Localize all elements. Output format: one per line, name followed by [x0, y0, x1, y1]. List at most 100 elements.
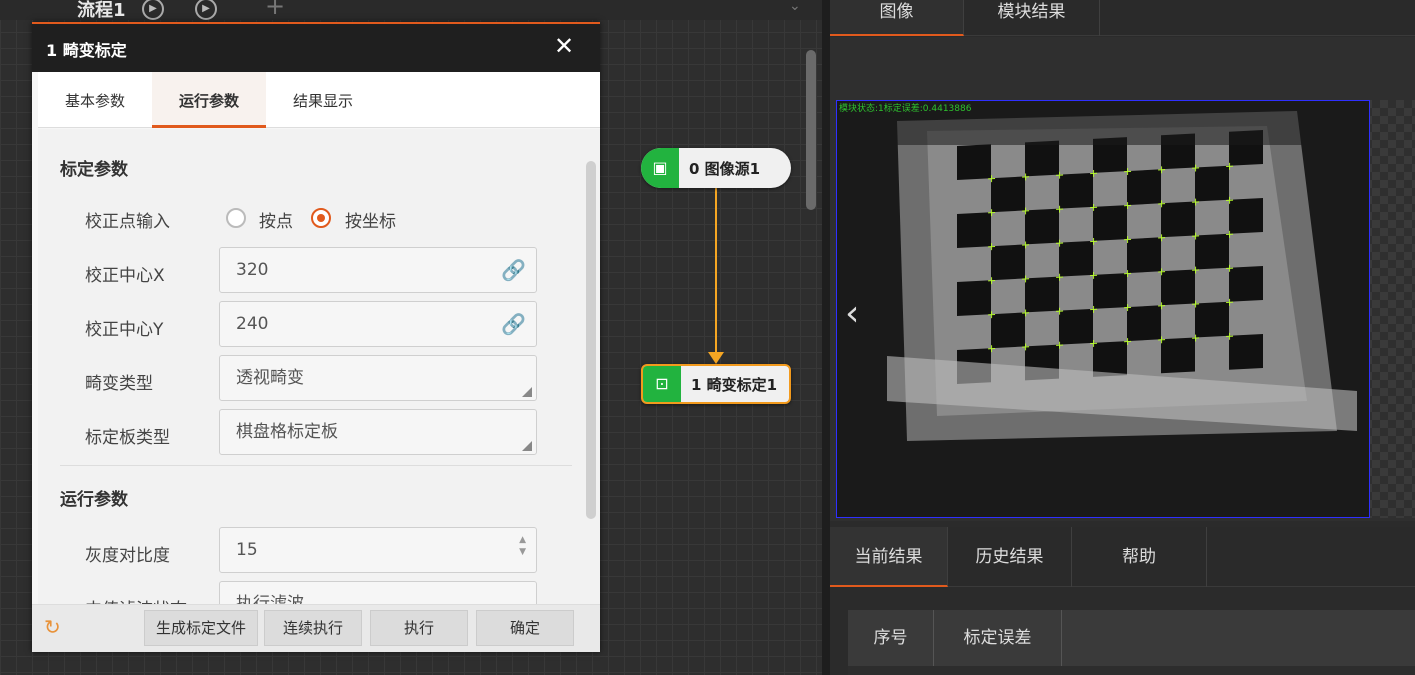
corner-marker: + [1055, 270, 1064, 283]
corner-marker: + [987, 206, 996, 219]
corner-marker: + [1021, 238, 1030, 251]
distort-type-select[interactable]: 透视畸变 [219, 355, 537, 401]
corner-marker: + [1123, 199, 1132, 212]
corner-marker: + [1157, 299, 1166, 312]
dialog-scrollbar[interactable] [586, 161, 596, 519]
add-flow-icon[interactable]: + [265, 0, 285, 20]
execute-button[interactable]: 执行 [370, 610, 468, 646]
board-type-label: 标定板类型 [85, 428, 170, 448]
checkerboard-photo: + + + + + + + + + + + + + + + + + + + + + + + + + + + + + + + + + + + + + + + +… [837, 101, 1369, 517]
corner-marker: + [1089, 167, 1098, 180]
run-continuous-icon[interactable]: ▶ [195, 0, 217, 20]
node-label: 0 图像源1 [689, 160, 761, 178]
connector-arrow [708, 352, 724, 364]
corner-marker: + [1089, 303, 1098, 316]
center-x-input[interactable]: 320 🔗 [219, 247, 537, 293]
corner-marker: + [1055, 304, 1064, 317]
corner-marker: + [1191, 297, 1200, 310]
chevron-left-icon[interactable]: ‹ [845, 293, 859, 334]
corner-marker: + [1123, 165, 1132, 178]
corner-marker: + [1157, 231, 1166, 244]
node-connector [715, 188, 717, 354]
tab-run-params[interactable]: 运行参数 [152, 72, 266, 128]
confirm-button[interactable]: 确定 [476, 610, 574, 646]
corner-marker: + [1191, 263, 1200, 276]
reset-icon[interactable]: ↻ [44, 615, 61, 639]
corner-marker: + [1089, 337, 1098, 350]
dropdown-corner-icon [522, 441, 532, 451]
tab-help[interactable]: 帮助 [1072, 527, 1207, 587]
link-icon[interactable]: 🔗 [501, 248, 526, 292]
spinner-icon[interactable]: ▲ ▼ [519, 534, 526, 558]
result-tab-bar: 当前结果 历史结果 帮助 [830, 527, 1415, 587]
corner-marker: + [1123, 335, 1132, 348]
corner-marker: + [1021, 204, 1030, 217]
continuous-run-button[interactable]: 连续执行 [264, 610, 362, 646]
corner-marker: + [1191, 229, 1200, 242]
link-icon[interactable]: 🔗 [501, 302, 526, 346]
calib-dialog: 1 畸变标定 ✕ 基本参数 运行参数 结果显示 标定参数 校正点输入 按点 按坐… [32, 22, 600, 652]
col-header-calib-error[interactable]: 标定误差 [934, 610, 1062, 666]
corner-marker: + [987, 274, 996, 287]
section-run-params: 运行参数 [60, 490, 128, 510]
tab-image[interactable]: 图像 [830, 0, 964, 36]
app-root: 流程1 ▶ ▶ + ⌄ ▣ 0 图像源1 ⊡ 1 畸变标定1 1 畸变标定 ✕ … [0, 0, 1415, 675]
tab-current-result[interactable]: 当前结果 [830, 527, 948, 587]
corner-marker: + [1225, 261, 1234, 274]
gray-contrast-stepper[interactable]: 15 ▲ ▼ [219, 527, 537, 573]
center-y-input[interactable]: 240 🔗 [219, 301, 537, 347]
node-distortion-calib[interactable]: ⊡ 1 畸变标定1 [641, 364, 791, 404]
center-x-label: 校正中心X [85, 266, 165, 286]
corner-marker: + [1225, 329, 1234, 342]
center-y-value: 240 [236, 314, 269, 334]
corner-marker: + [1191, 161, 1200, 174]
chevron-down-icon[interactable]: ⌄ [789, 0, 801, 14]
dialog-body: 标定参数 校正点输入 按点 按坐标 校正中心X 320 🔗 校正中心Y 240 … [38, 129, 600, 604]
generate-file-button[interactable]: 生成标定文件 [144, 610, 258, 646]
board-square [957, 212, 991, 248]
panel-divider[interactable] [822, 0, 830, 675]
corner-marker: + [1225, 227, 1234, 240]
tab-history-result[interactable]: 历史结果 [948, 527, 1072, 587]
corner-marker: + [987, 240, 996, 253]
radio-by-coord[interactable] [311, 208, 331, 228]
corner-marker: + [1089, 269, 1098, 282]
corner-marker: + [1021, 272, 1030, 285]
table-body [848, 666, 1415, 675]
corr-input-label: 校正点输入 [85, 212, 170, 232]
section-calib-params: 标定参数 [60, 160, 128, 180]
corner-marker: + [1225, 295, 1234, 308]
radio-by-point-label: 按点 [259, 212, 293, 232]
calibration-icon: ⊡ [643, 366, 681, 402]
corner-marker: + [1021, 170, 1030, 183]
close-icon[interactable]: ✕ [554, 32, 574, 60]
dialog-title: 1 畸变标定 [46, 41, 127, 60]
corner-marker: + [1089, 201, 1098, 214]
tab-basic-params[interactable]: 基本参数 [38, 72, 152, 128]
tab-module-result[interactable]: 模块结果 [964, 0, 1100, 36]
corner-marker: + [1021, 340, 1030, 353]
board-type-select[interactable]: 棋盘格标定板 [219, 409, 537, 455]
corner-marker: + [1021, 306, 1030, 319]
corner-marker: + [987, 172, 996, 185]
corner-marker: + [1055, 168, 1064, 181]
radio-by-point[interactable] [226, 208, 246, 228]
canvas-scrollbar[interactable] [806, 50, 816, 210]
calibration-image[interactable]: + + + + + + + + + + + + + + + + + + + + + + + + + + + + + + + + + + + + + + + +… [836, 100, 1370, 518]
dialog-footer: ↻ 生成标定文件 连续执行 执行 确定 [32, 604, 600, 652]
dropdown-corner-icon [522, 387, 532, 397]
col-header-index[interactable]: 序号 [848, 610, 934, 666]
node-image-source[interactable]: ▣ 0 图像源1 [641, 148, 791, 188]
result-table: 序号 标定误差 [848, 610, 1415, 675]
flow-title[interactable]: 流程1 [77, 0, 126, 22]
image-icon: ▣ [641, 148, 679, 188]
run-once-icon[interactable]: ▶ [142, 0, 164, 20]
radio-by-coord-label: 按坐标 [345, 212, 396, 232]
corner-marker: + [1225, 193, 1234, 206]
image-status-text: 模块状态:1标定误差:0.4413886 [839, 104, 972, 114]
tab-result-display[interactable]: 结果显示 [266, 72, 380, 128]
image-viewer: + + + + + + + + + + + + + + + + + + + + + + + + + + + + + + + + + + + + + + + +… [830, 37, 1415, 521]
corner-marker: + [1225, 159, 1234, 172]
gray-contrast-value: 15 [236, 540, 258, 560]
median-filter-select[interactable]: 执行滤波 [219, 581, 537, 604]
